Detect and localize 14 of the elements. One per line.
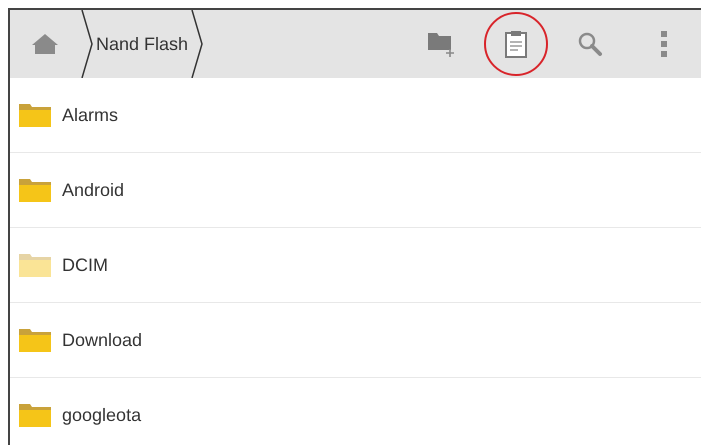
folder-row[interactable]: googleota [10,378,701,445]
folder-row[interactable]: DCIM [10,228,701,303]
highlight-circle [484,12,548,76]
new-folder-icon [427,30,457,58]
folder-row[interactable]: Alarms [10,78,701,153]
chevron-icon [80,10,94,78]
chevron-icon [190,10,204,78]
breadcrumb-tab[interactable]: Nand Flash [80,10,204,78]
folder-row[interactable]: Download [10,303,701,378]
folder-row[interactable]: Android [10,153,701,228]
home-icon [31,33,59,55]
menu-icon [660,30,668,58]
search-icon [577,31,603,57]
clipboard-icon [505,30,527,58]
